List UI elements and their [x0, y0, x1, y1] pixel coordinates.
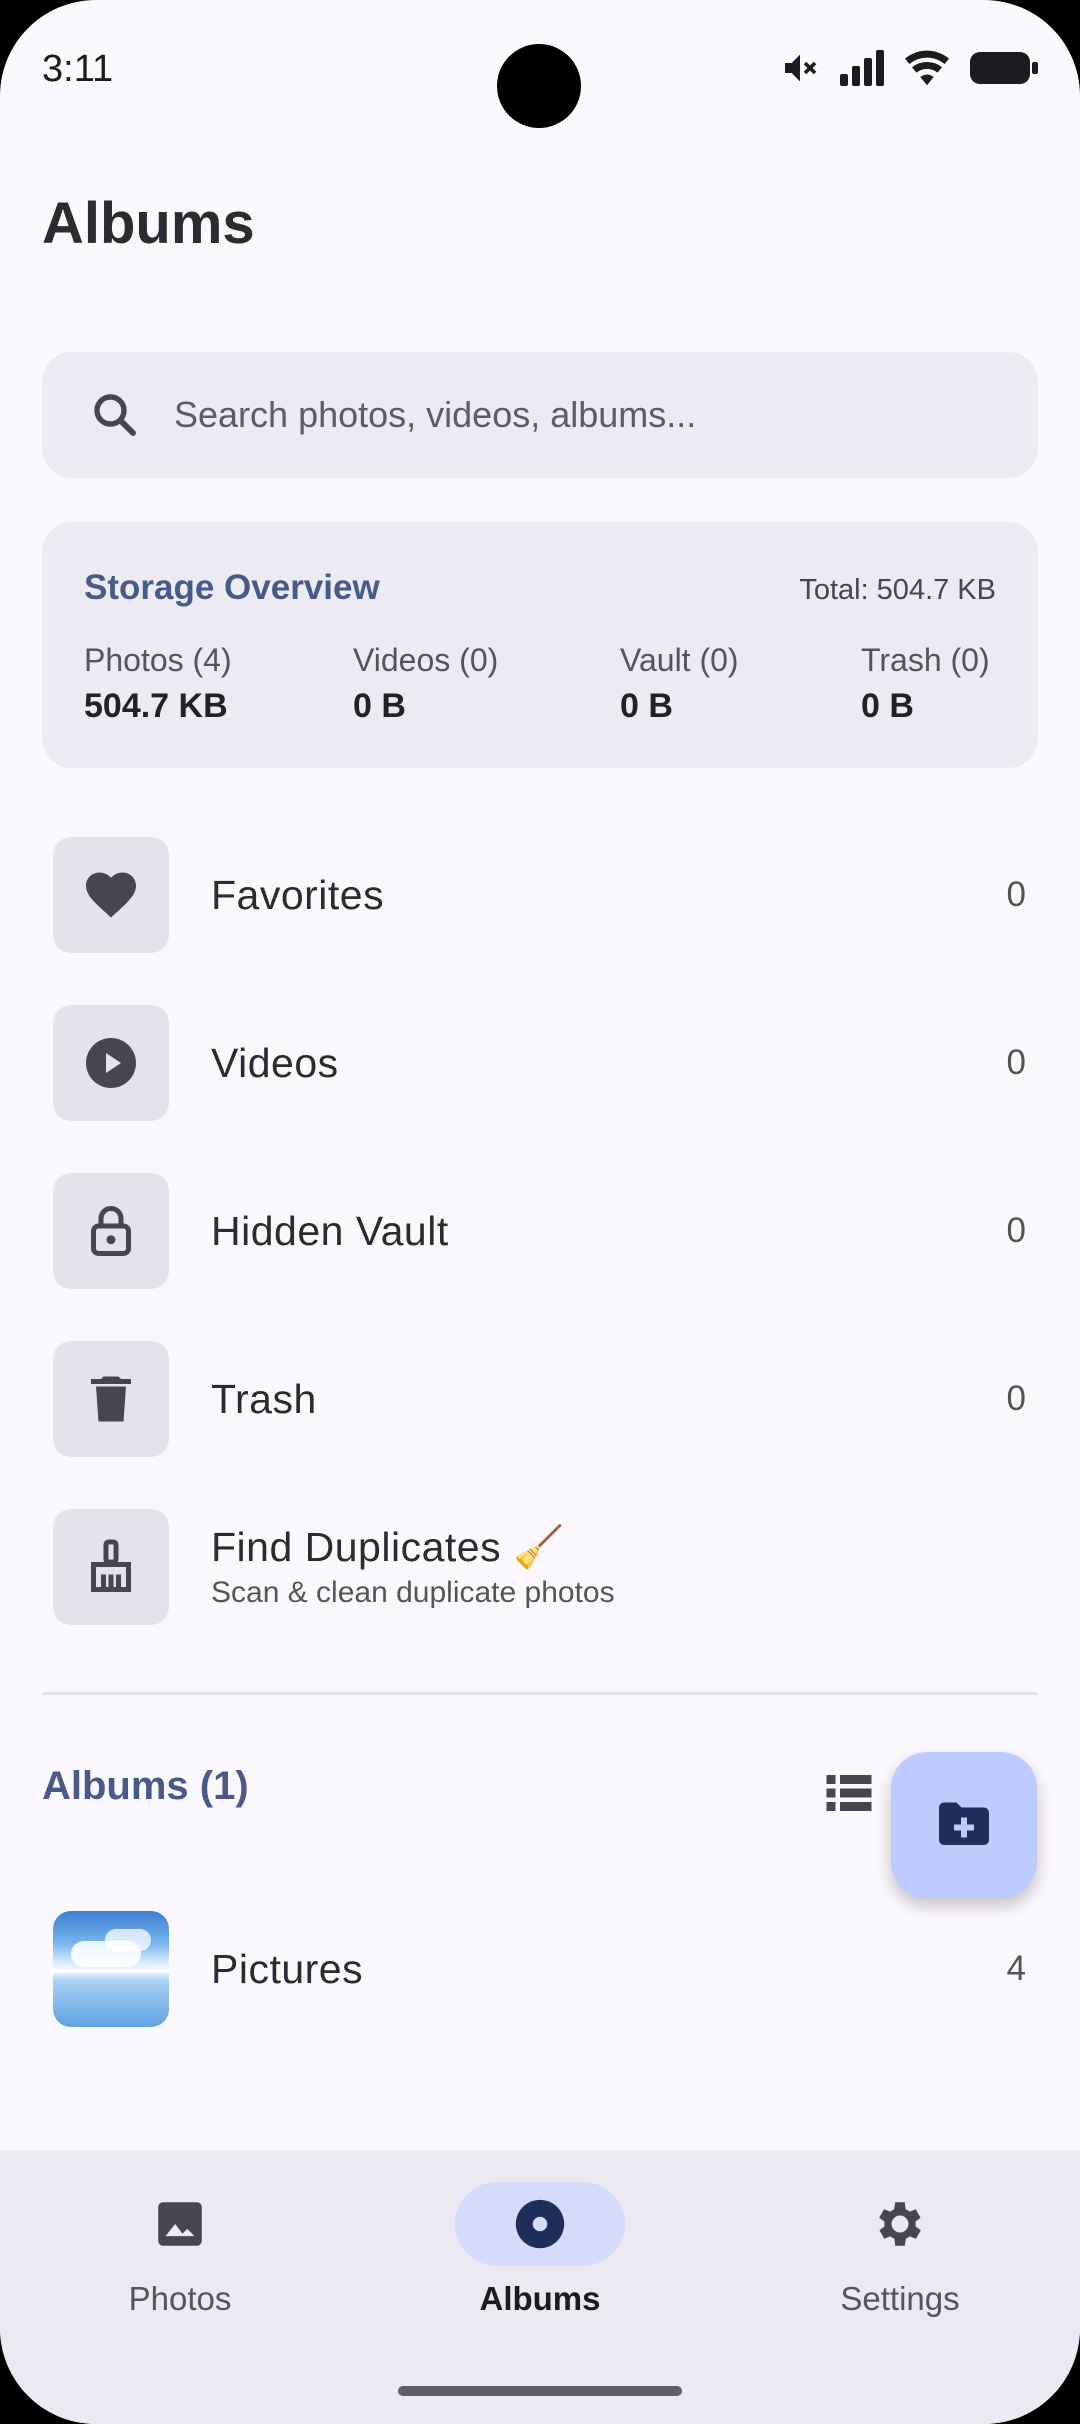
- videos-label: Videos: [211, 1039, 339, 1086]
- heart-icon: [86, 872, 136, 918]
- favorites-label: Favorites: [211, 871, 385, 918]
- search-bar[interactable]: [42, 352, 1038, 478]
- storage-photos-value: 504.7 KB: [84, 687, 228, 725]
- find-duplicates-row[interactable]: Find Duplicates 🧹 Scan & clean duplicate…: [42, 1501, 1038, 1633]
- play-circle-icon: [86, 1038, 136, 1088]
- storage-vault-value: 0 B: [620, 687, 673, 725]
- signal-icon: [840, 50, 884, 86]
- storage-total: Total: 504.7 KB: [799, 574, 996, 606]
- screen: 3:11 Albums Storage Overview Total: 504.…: [0, 0, 1080, 2424]
- pictures-label: Pictures: [211, 1945, 364, 1992]
- storage-videos-value: 0 B: [353, 687, 406, 725]
- status-icons: [780, 48, 1040, 88]
- storage-vault: Vault (0) 0 B: [620, 642, 739, 726]
- nav-albums-label: Albums: [479, 2280, 601, 2317]
- nav-settings-label: Settings: [840, 2280, 960, 2317]
- storage-overview-card: Storage Overview Total: 504.7 KB Photos …: [42, 522, 1038, 768]
- mute-icon: [785, 54, 817, 82]
- hidden-vault-row[interactable]: Hidden Vault 0: [42, 1165, 1038, 1297]
- pictures-count: 4: [1006, 1949, 1026, 1988]
- storage-photos: Photos (4) 504.7 KB: [84, 642, 232, 726]
- videos-row[interactable]: Videos 0: [42, 997, 1038, 1129]
- status-time: 3:11: [42, 48, 114, 90]
- find-duplicates-label: Find Duplicates 🧹: [211, 1524, 565, 1570]
- storage-trash: Trash (0) 0 B: [861, 642, 990, 726]
- storage-vault-label: Vault (0): [620, 642, 739, 678]
- wifi-icon: [904, 50, 950, 86]
- videos-thumb: [53, 1005, 169, 1121]
- album-icon: [515, 2199, 565, 2249]
- favorites-row[interactable]: Favorites 0: [42, 829, 1038, 961]
- create-album-button[interactable]: [891, 1752, 1037, 1898]
- trash-count: 0: [1006, 1379, 1026, 1418]
- search-input[interactable]: [174, 394, 1038, 436]
- bottom-navigation: Photos Albums Settings: [0, 2150, 1080, 2424]
- trash-label: Trash: [211, 1375, 317, 1422]
- nav-photos-indicator: [95, 2182, 265, 2266]
- trash-row[interactable]: Trash 0: [42, 1333, 1038, 1465]
- storage-title: Storage Overview: [84, 568, 380, 607]
- section-divider: [42, 1692, 1038, 1695]
- nav-settings[interactable]: Settings: [720, 2150, 1080, 2350]
- storage-trash-value: 0 B: [861, 687, 914, 725]
- nav-photos-label: Photos: [128, 2280, 232, 2317]
- trash-icon: [91, 1376, 131, 1422]
- nav-photos[interactable]: Photos: [0, 2150, 360, 2350]
- gear-icon: [879, 2202, 921, 2246]
- favorites-thumb: [53, 837, 169, 953]
- page-title: Albums: [42, 191, 255, 256]
- nav-settings-indicator: [815, 2182, 985, 2266]
- favorites-count: 0: [1006, 875, 1026, 914]
- videos-count: 0: [1006, 1043, 1026, 1082]
- nav-albums[interactable]: Albums: [360, 2150, 720, 2350]
- front-camera: [497, 44, 581, 128]
- storage-videos: Videos (0) 0 B: [353, 642, 498, 726]
- broom-icon: [91, 1539, 131, 1592]
- storage-videos-label: Videos (0): [353, 642, 499, 678]
- list-view-icon[interactable]: [822, 1766, 876, 1820]
- image-icon: [158, 2202, 202, 2246]
- battery-icon: [970, 52, 1038, 84]
- album-item-pictures[interactable]: Pictures 4: [42, 1903, 1038, 2035]
- storage-trash-label: Trash (0): [861, 642, 990, 678]
- lock-icon: [91, 1206, 131, 1256]
- trash-thumb: [53, 1341, 169, 1457]
- folder-add-icon: [939, 1802, 989, 1845]
- search-icon: [94, 394, 136, 436]
- nav-albums-indicator: [455, 2182, 625, 2266]
- find-duplicates-thumb: [53, 1509, 169, 1625]
- albums-heading: Albums (1): [42, 1764, 249, 1808]
- home-indicator[interactable]: [398, 2386, 682, 2396]
- hidden-vault-thumb: [53, 1173, 169, 1289]
- hidden-vault-count: 0: [1006, 1211, 1026, 1250]
- find-duplicates-subtitle: Scan & clean duplicate photos: [211, 1576, 615, 1609]
- pictures-thumbnail: [53, 1911, 169, 2027]
- storage-photos-label: Photos (4): [84, 642, 232, 678]
- hidden-vault-label: Hidden Vault: [211, 1207, 449, 1254]
